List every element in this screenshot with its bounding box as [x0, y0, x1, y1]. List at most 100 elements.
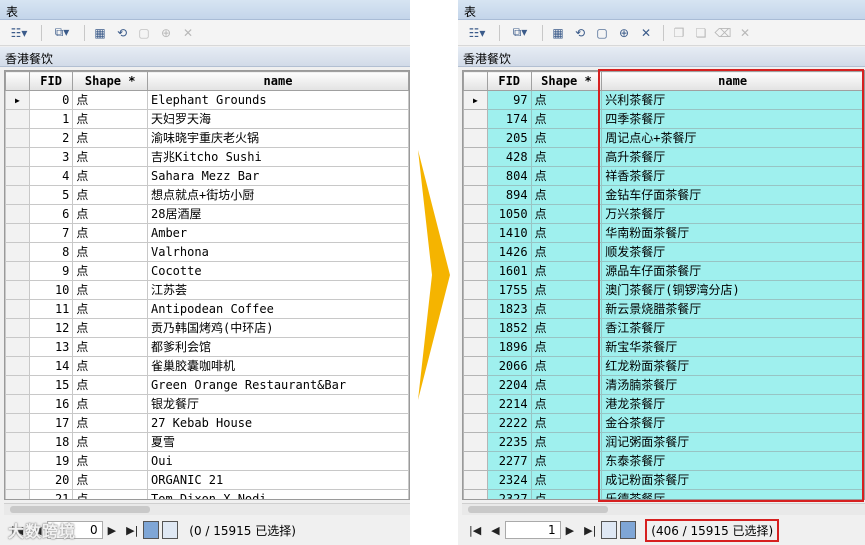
table-tab[interactable]: 香港餐饮 [458, 47, 865, 67]
cell-shape[interactable]: 点 [72, 261, 148, 281]
cell-fid[interactable]: 20 [28, 470, 74, 490]
cell-shape[interactable]: 点 [530, 147, 603, 167]
cell-name[interactable]: 新云景烧腊茶餐厅 [601, 299, 864, 319]
last-record-icon[interactable]: ▶| [126, 524, 138, 537]
related-tables-icon[interactable]: ⧉▾ [505, 24, 535, 42]
cell-shape[interactable]: 点 [72, 337, 148, 357]
cell-fid[interactable]: 894 [486, 185, 532, 205]
row-selector[interactable] [5, 109, 30, 129]
row-selector[interactable] [463, 242, 488, 262]
cell-name[interactable]: 新宝华茶餐厅 [601, 337, 864, 357]
cell-fid[interactable]: 174 [486, 109, 532, 129]
cell-fid[interactable]: 1823 [486, 299, 532, 319]
table-options-icon[interactable]: ☷▾ [4, 24, 34, 42]
last-record-icon[interactable]: ▶| [584, 524, 596, 537]
cell-fid[interactable]: 2327 [486, 489, 532, 499]
row-selector-header[interactable] [5, 71, 30, 91]
cell-name[interactable]: 27 Kebab House [147, 413, 409, 433]
row-selector[interactable] [5, 223, 30, 243]
scrollbar-thumb[interactable] [10, 506, 150, 513]
table-row[interactable]: 2222 点金谷茶餐厅 [463, 413, 864, 433]
cell-name[interactable]: 都爹利会馆 [147, 337, 409, 357]
column-header-name[interactable]: name [147, 71, 409, 91]
cell-shape[interactable]: 点 [530, 242, 603, 262]
switch-selection-icon[interactable]: ⟲ [570, 24, 590, 42]
cell-fid[interactable]: 12 [28, 318, 74, 338]
cell-shape[interactable]: 点 [72, 204, 148, 224]
row-selector[interactable] [463, 223, 488, 243]
cell-name[interactable]: 华南粉面茶餐厅 [601, 223, 864, 243]
cell-name[interactable]: 香江茶餐厅 [601, 318, 864, 338]
cell-name[interactable]: 东泰茶餐厅 [601, 451, 864, 471]
column-header-shape[interactable]: Shape * [72, 71, 148, 91]
delete-selected-icon[interactable]: ✕ [178, 24, 198, 42]
cell-name[interactable]: 港龙茶餐厅 [601, 394, 864, 414]
row-selector[interactable] [463, 280, 488, 300]
zoom-to-selected-icon[interactable]: ⊕ [614, 24, 634, 42]
cell-name[interactable]: 吉兆Kitcho Sushi [147, 147, 409, 167]
cell-shape[interactable]: 点 [72, 489, 148, 499]
cell-fid[interactable]: 5 [28, 185, 74, 205]
cell-fid[interactable]: 13 [28, 337, 74, 357]
cell-name[interactable]: Tom Dixon X Nodi [147, 489, 409, 499]
delete-selected-icon[interactable]: ✕ [636, 24, 656, 42]
row-selector[interactable] [463, 489, 488, 499]
cell-name[interactable]: Valrhona [147, 242, 409, 262]
cell-fid[interactable]: 10 [28, 280, 74, 300]
cell-fid[interactable]: 2204 [486, 375, 532, 395]
cell-fid[interactable]: 2066 [486, 356, 532, 376]
row-selector[interactable] [5, 299, 30, 319]
cell-name[interactable]: 清汤腩茶餐厅 [601, 375, 864, 395]
cell-fid[interactable]: 1896 [486, 337, 532, 357]
horizontal-scrollbar[interactable] [462, 503, 865, 515]
cell-shape[interactable]: 点 [530, 356, 603, 376]
cell-fid[interactable]: 6 [28, 204, 74, 224]
cell-fid[interactable]: 8 [28, 242, 74, 262]
cell-fid[interactable]: 804 [486, 166, 532, 186]
delete-icon[interactable]: ⌫ [713, 24, 733, 42]
cell-shape[interactable]: 点 [530, 375, 603, 395]
next-record-icon[interactable]: ▶ [108, 524, 116, 537]
row-selector[interactable] [463, 470, 488, 490]
table-row[interactable]: 21 点 Tom Dixon X Nodi [5, 489, 409, 499]
scrollbar-thumb[interactable] [468, 506, 608, 513]
cell-shape[interactable]: 点 [72, 413, 148, 433]
row-selector[interactable] [463, 356, 488, 376]
table-row[interactable]: 9 点 Cocotte [5, 261, 409, 281]
cell-fid[interactable]: 1 [28, 109, 74, 129]
cell-shape[interactable]: 点 [72, 128, 148, 148]
clear-selection-icon[interactable]: ▢ [134, 24, 154, 42]
table-row[interactable]: 1426 点顺发茶餐厅 [463, 242, 864, 262]
table-row[interactable]: 11 点 Antipodean Coffee [5, 299, 409, 319]
copy-icon[interactable]: ❐ [669, 24, 689, 42]
table-row[interactable]: 205 点周记点心+茶餐厅 [463, 128, 864, 148]
attribute-grid[interactable]: FID Shape * name ▶ 0 点 Elephant Grounds 1 点天妇… [4, 70, 410, 500]
row-selector[interactable] [5, 280, 30, 300]
row-selector[interactable] [463, 451, 488, 471]
table-row[interactable]: 13 点都爹利会馆 [5, 337, 409, 357]
row-selector[interactable] [463, 128, 488, 148]
cell-shape[interactable]: 点 [530, 489, 603, 499]
cell-fid[interactable]: 21 [28, 489, 74, 499]
cell-fid[interactable]: 4 [28, 166, 74, 186]
table-row[interactable]: 2214 点港龙茶餐厅 [463, 394, 864, 414]
table-row[interactable]: 19 点 Oui [5, 451, 409, 471]
cell-shape[interactable]: 点 [530, 204, 603, 224]
cell-shape[interactable]: 点 [530, 337, 603, 357]
cell-shape[interactable]: 点 [72, 470, 148, 490]
row-selector[interactable]: ▶ [5, 90, 30, 110]
cell-name[interactable]: 天妇罗天海 [147, 109, 409, 129]
column-header-name[interactable]: name [601, 71, 864, 91]
cell-name[interactable]: 28居酒屋 [147, 204, 409, 224]
cell-shape[interactable]: 点 [530, 394, 603, 414]
cell-shape[interactable]: 点 [530, 470, 603, 490]
cell-shape[interactable]: 点 [530, 432, 603, 452]
cell-shape[interactable]: 点 [530, 299, 603, 319]
cell-shape[interactable]: 点 [72, 451, 148, 471]
table-row[interactable]: 4 点 Sahara Mezz Bar [5, 166, 409, 186]
cell-name[interactable]: 成记粉面茶餐厅 [601, 470, 864, 490]
row-selector[interactable] [463, 166, 488, 186]
table-row[interactable]: 2327 点乐德茶餐厅 [463, 489, 864, 499]
first-record-icon[interactable]: |◀ [469, 524, 481, 537]
cell-shape[interactable]: 点 [530, 90, 603, 110]
